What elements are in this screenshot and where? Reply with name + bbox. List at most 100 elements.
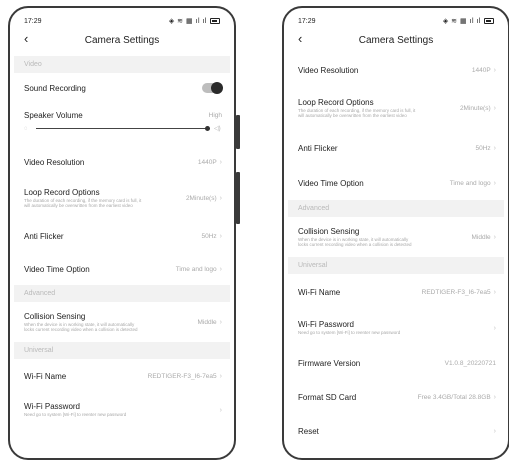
collision-sensing-label: Collision Sensing	[298, 226, 360, 236]
wifi-password-desc: Need go to system [Wi-Fi] to reenter new…	[298, 330, 401, 336]
toggle-knob	[211, 82, 223, 94]
chevron-right-icon: ›	[493, 324, 496, 332]
chevron-right-icon: ›	[493, 427, 496, 435]
page-title: Camera Settings	[358, 34, 434, 46]
anti-flicker-label: Anti Flicker	[24, 231, 64, 241]
video-time-option-value: Time and logo	[449, 179, 491, 187]
sound-recording-row[interactable]: Sound Recording	[14, 73, 230, 103]
status-icons: ◈ ≋ ▦ ıl ıl	[169, 17, 220, 25]
section-universal: Universal	[288, 257, 504, 274]
anti-flicker-label: Anti Flicker	[298, 143, 338, 153]
chevron-right-icon: ›	[219, 406, 222, 414]
format-sd-value: Free 3.4GB/Total 28.8GB	[417, 393, 491, 401]
firmware-version-label: Firmware Version	[298, 358, 361, 368]
nav-bar: ‹ Camera Settings	[14, 30, 230, 50]
nav-bar: ‹ Camera Settings	[288, 30, 504, 50]
speaker-volume-row: Speaker Volume High ◌ ◁)	[14, 103, 230, 147]
right-phone-frame: 17:29 ◈ ≋ ▦ ıl ıl ‹ Camera Settings Vide…	[282, 6, 509, 460]
power-button	[236, 115, 240, 149]
sound-recording-toggle[interactable]	[202, 82, 223, 94]
video-time-option-label: Video Time Option	[24, 264, 90, 274]
chevron-right-icon: ›	[219, 265, 222, 273]
firmware-version-value: V1.0.8_20220721	[444, 359, 496, 367]
reset-row[interactable]: Reset ›	[288, 414, 504, 448]
chevron-right-icon: ›	[219, 372, 222, 380]
video-resolution-label: Video Resolution	[298, 65, 359, 75]
loop-record-row[interactable]: Loop Record Options The duration of each…	[14, 177, 230, 219]
collision-sensing-row[interactable]: Collision Sensing When the device is in …	[14, 302, 230, 342]
video-time-option-label: Video Time Option	[298, 178, 364, 188]
chevron-right-icon: ›	[493, 144, 496, 152]
collision-sensing-value: Middle	[197, 318, 217, 326]
video-resolution-value: 1440P	[197, 158, 217, 166]
video-resolution-row[interactable]: Video Resolution 1440P ›	[288, 54, 504, 86]
speaker-volume-value: High	[208, 112, 222, 119]
section-advanced: Advanced	[14, 285, 230, 302]
collision-sensing-desc: When the device is in working state, it …	[298, 236, 412, 248]
loop-record-desc: The duration of each recording, if the m…	[24, 197, 142, 209]
left-screen: 17:29 ◈ ≋ ▦ ıl ıl ‹ Camera Settings Vide…	[14, 12, 230, 454]
format-sd-row[interactable]: Format SD Card Free 3.4GB/Total 28.8GB ›	[288, 380, 504, 414]
section-video: Video	[14, 56, 230, 73]
chevron-right-icon: ›	[219, 194, 222, 202]
video-time-option-value: Time and logo	[175, 265, 217, 273]
speaker-volume-label: Speaker Volume	[24, 111, 83, 120]
wifi-password-row[interactable]: Wi-Fi Password Need go to system [Wi-Fi]…	[288, 310, 504, 346]
chevron-right-icon: ›	[493, 233, 496, 241]
volume-low-icon: ◌	[24, 125, 28, 132]
chevron-right-icon: ›	[493, 104, 496, 112]
collision-sensing-desc: When the device is in working state, it …	[24, 321, 138, 333]
chevron-right-icon: ›	[219, 232, 222, 240]
sound-recording-label: Sound Recording	[24, 83, 86, 93]
loop-record-label: Loop Record Options	[298, 97, 374, 107]
anti-flicker-row[interactable]: Anti Flicker 50Hz ›	[14, 219, 230, 253]
firmware-version-row[interactable]: Firmware Version V1.0.8_20220721	[288, 346, 504, 380]
video-resolution-value: 1440P	[471, 66, 491, 74]
video-time-option-row[interactable]: Video Time Option Time and logo ›	[288, 166, 504, 200]
wifi-name-value: REDTIGER-F3_I6-7ea5	[421, 288, 491, 296]
anti-flicker-row[interactable]: Anti Flicker 50Hz ›	[288, 130, 504, 166]
loop-record-value: 2Minute(s)	[459, 104, 491, 112]
back-arrow-icon[interactable]: ‹	[298, 32, 302, 45]
wifi-name-label: Wi-Fi Name	[298, 287, 341, 297]
volume-slider[interactable]	[36, 126, 210, 131]
status-icons: ◈ ≋ ▦ ıl ıl	[443, 17, 494, 25]
anti-flicker-value: 50Hz	[201, 232, 217, 240]
video-time-option-row[interactable]: Video Time Option Time and logo ›	[14, 253, 230, 285]
wifi-name-value: REDTIGER-F3_I6-7ea5	[147, 372, 217, 380]
reset-label: Reset	[298, 426, 319, 436]
video-resolution-label: Video Resolution	[24, 157, 85, 167]
wifi-password-label: Wi-Fi Password	[24, 402, 81, 412]
status-bar: 17:29 ◈ ≋ ▦ ıl ıl	[288, 12, 504, 30]
collision-sensing-value: Middle	[471, 233, 491, 241]
section-universal: Universal	[14, 342, 230, 359]
wifi-password-label: Wi-Fi Password	[298, 320, 355, 330]
battery-icon	[210, 18, 220, 24]
loop-record-value: 2Minute(s)	[185, 194, 217, 202]
left-phone-frame: 17:29 ◈ ≋ ▦ ıl ıl ‹ Camera Settings Vide…	[8, 6, 236, 460]
wifi-name-row[interactable]: Wi-Fi Name REDTIGER-F3_I6-7ea5 ›	[288, 274, 504, 310]
section-advanced: Advanced	[288, 200, 504, 217]
wifi-name-row[interactable]: Wi-Fi Name REDTIGER-F3_I6-7ea5 ›	[14, 359, 230, 393]
chevron-right-icon: ›	[219, 318, 222, 326]
chevron-right-icon: ›	[493, 288, 496, 296]
back-arrow-icon[interactable]: ‹	[24, 32, 28, 45]
chevron-right-icon: ›	[493, 66, 496, 74]
volume-slider-thumb[interactable]	[205, 126, 210, 131]
status-bar: 17:29 ◈ ≋ ▦ ıl ıl	[14, 12, 230, 30]
wifi-name-label: Wi-Fi Name	[24, 371, 67, 381]
collision-sensing-row[interactable]: Collision Sensing When the device is in …	[288, 217, 504, 257]
video-resolution-row[interactable]: Video Resolution 1440P ›	[14, 147, 230, 177]
anti-flicker-value: 50Hz	[475, 144, 491, 152]
volume-high-icon: ◁)	[214, 126, 221, 132]
loop-record-desc: The duration of each recording, if the m…	[298, 107, 416, 119]
format-sd-label: Format SD Card	[298, 392, 357, 402]
wifi-password-desc: Need go to system [Wi-Fi] to reenter new…	[24, 412, 127, 418]
wifi-password-row[interactable]: Wi-Fi Password Need go to system [Wi-Fi]…	[14, 393, 230, 427]
loop-record-row[interactable]: Loop Record Options The duration of each…	[288, 86, 504, 130]
chevron-right-icon: ›	[493, 179, 496, 187]
right-screen: 17:29 ◈ ≋ ▦ ıl ıl ‹ Camera Settings Vide…	[288, 12, 504, 454]
volume-button	[236, 172, 240, 224]
chevron-right-icon: ›	[219, 158, 222, 166]
signal-icons: ◈ ≋ ▦ ıl ıl	[168, 18, 207, 25]
